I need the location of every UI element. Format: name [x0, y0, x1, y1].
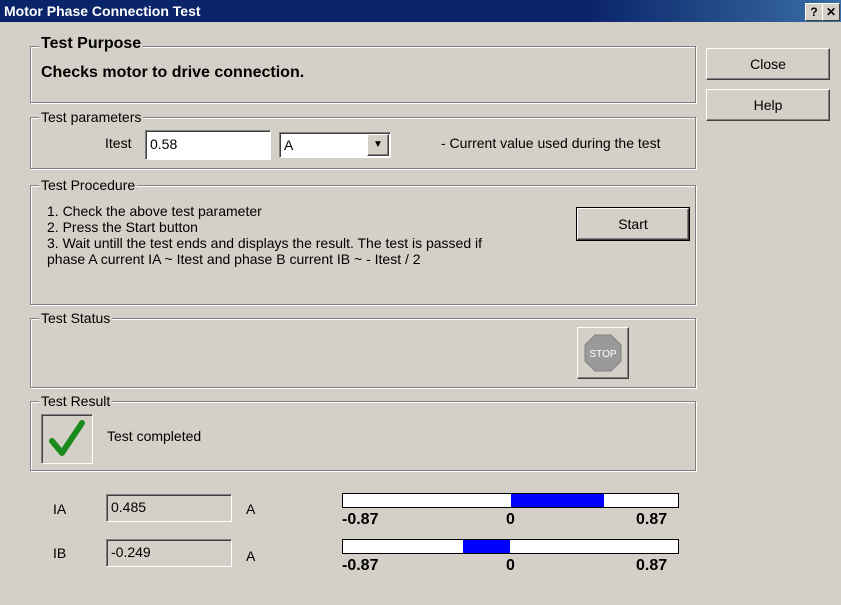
test-status-group: Test Status STOP	[30, 310, 696, 388]
chevron-down-icon[interactable]: ▼	[367, 134, 389, 156]
stop-button[interactable]: STOP	[577, 327, 629, 379]
window-title: Motor Phase Connection Test	[4, 3, 201, 19]
ib-unit: A	[246, 548, 256, 564]
procedure-step: 2. Press the Start button	[47, 219, 198, 235]
procedure-step: 3. Wait untill the test ends and display…	[47, 235, 483, 251]
test-status-legend: Test Status	[39, 310, 113, 326]
ia-unit: A	[246, 501, 256, 517]
ia-scale-min: -0.87	[342, 511, 379, 528]
stop-sign-icon: STOP	[584, 334, 622, 372]
ib-label: IB	[53, 545, 67, 561]
ia-label: IA	[53, 501, 67, 517]
ia-scale-max: 0.87	[636, 511, 668, 528]
test-parameters-group: Test parameters Itest 0.58 A ▼ - Current…	[30, 109, 696, 169]
ia-bar	[342, 493, 679, 508]
close-icon[interactable]: ✕	[822, 3, 840, 21]
procedure-step: phase A current IA ~ Itest and phase B c…	[47, 251, 421, 267]
ib-bar	[342, 539, 679, 554]
test-purpose-text: Checks motor to drive connection.	[41, 64, 305, 81]
test-procedure-legend: Test Procedure	[39, 177, 138, 193]
close-button[interactable]: Close	[706, 48, 830, 80]
procedure-step: 1. Check the above test parameter	[47, 203, 262, 219]
ib-scale-min: -0.87	[342, 557, 379, 574]
test-purpose-legend: Test Purpose	[39, 35, 144, 52]
ia-value-field: 0.485	[106, 494, 232, 522]
unit-select[interactable]: A ▼	[279, 132, 391, 158]
test-purpose-group: Test Purpose Checks motor to drive conne…	[30, 36, 696, 103]
itest-input[interactable]: 0.58	[145, 130, 271, 160]
test-procedure-group: Test Procedure 1. Check the above test p…	[30, 177, 696, 305]
dialog-window: Motor Phase Connection Test ? ✕ Close He…	[0, 0, 841, 605]
stop-sign-label: STOP	[589, 349, 616, 360]
help-question-icon[interactable]: ?	[805, 3, 823, 21]
title-bar[interactable]: Motor Phase Connection Test ? ✕	[0, 0, 841, 22]
start-button[interactable]: Start	[576, 207, 690, 241]
test-result-text: Test completed	[107, 428, 202, 444]
ib-scale-max: 0.87	[636, 557, 668, 574]
ib-value-field: -0.249	[106, 539, 232, 567]
ib-scale-mid: 0	[506, 557, 515, 574]
unit-select-value: A	[284, 137, 294, 153]
itest-label: Itest	[105, 135, 132, 151]
ia-bar-fill	[510, 494, 604, 507]
start-button-label: Start	[618, 216, 648, 232]
help-button[interactable]: Help	[706, 89, 830, 121]
test-parameters-legend: Test parameters	[39, 109, 144, 125]
ia-scale-mid: 0	[506, 511, 515, 528]
test-result-group: Test Result Test completed	[30, 393, 696, 471]
ib-bar-fill	[462, 540, 511, 553]
itest-description: - Current value used during the test	[441, 135, 661, 151]
result-check-box	[41, 414, 93, 464]
test-result-legend: Test Result	[39, 393, 113, 409]
checkmark-icon	[49, 420, 85, 456]
